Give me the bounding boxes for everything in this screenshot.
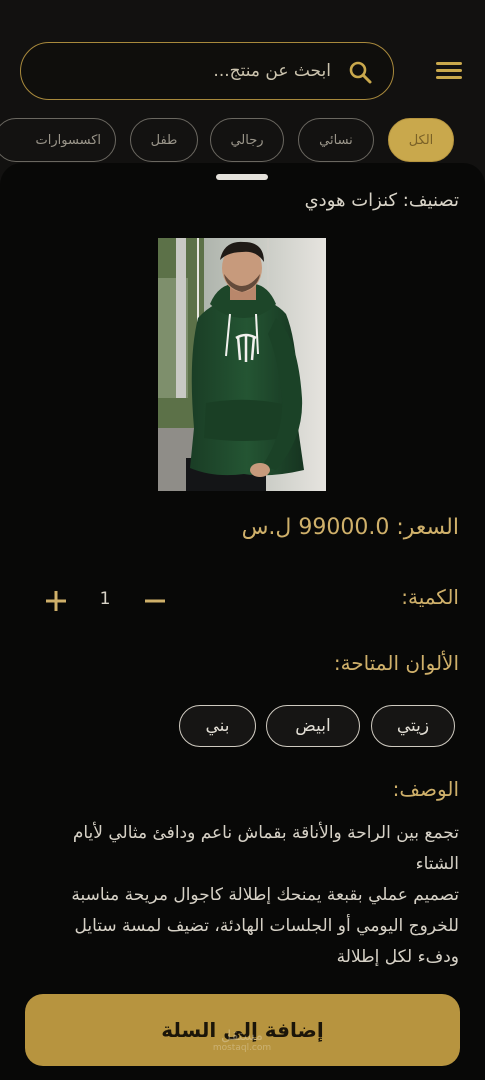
filter-chip-all[interactable]: الكل bbox=[388, 118, 454, 162]
quantity-value: 1 bbox=[99, 589, 111, 609]
sheet-drag-handle[interactable] bbox=[216, 174, 268, 180]
plus-icon bbox=[46, 591, 66, 611]
search-input[interactable] bbox=[41, 55, 331, 87]
quantity-label: الكمية: bbox=[401, 585, 459, 609]
quantity-increase-button[interactable] bbox=[40, 583, 72, 619]
search-icon[interactable] bbox=[347, 59, 373, 85]
filter-chip-men[interactable]: رجالي bbox=[210, 118, 284, 162]
watermark: مستقل mostaql.com bbox=[210, 1029, 274, 1053]
category-filter-bar: الكل نسائي رجالي طفل اكسسوارات bbox=[0, 118, 485, 168]
description-label: الوصف: bbox=[392, 777, 459, 801]
watermark-brand: مستقل bbox=[221, 1028, 263, 1044]
product-image bbox=[158, 238, 326, 491]
menu-icon[interactable] bbox=[436, 62, 462, 82]
product-category: تصنيف: كنزات هودي bbox=[304, 190, 459, 211]
app-screen: الكل نسائي رجالي طفل اكسسوارات تصنيف: كن… bbox=[0, 0, 485, 1080]
search-bar[interactable] bbox=[20, 42, 394, 100]
product-photo-illustration bbox=[158, 238, 326, 491]
filter-chip-women[interactable]: نسائي bbox=[298, 118, 374, 162]
product-description: تجمع بين الراحة والأناقة بقماش ناعم وداف… bbox=[71, 823, 459, 967]
minus-icon bbox=[145, 599, 165, 603]
quantity-decrease-button[interactable] bbox=[140, 583, 170, 619]
color-option-olive[interactable]: زيتي bbox=[371, 705, 455, 747]
color-option-brown[interactable]: بني bbox=[179, 705, 256, 747]
filter-chip-kids[interactable]: طفل bbox=[130, 118, 198, 162]
product-price: السعر: 99000.0 ل.س bbox=[241, 515, 459, 540]
color-option-white[interactable]: ابيض bbox=[266, 705, 360, 747]
watermark-url: mostaql.com bbox=[212, 1043, 272, 1053]
filter-chip-accessories[interactable]: اكسسوارات bbox=[0, 118, 116, 162]
colors-label: الألوان المتاحة: bbox=[333, 651, 459, 675]
product-details-sheet: تصنيف: كنزات هودي السعر: 99000.0 ل.س الك… bbox=[0, 163, 485, 1080]
